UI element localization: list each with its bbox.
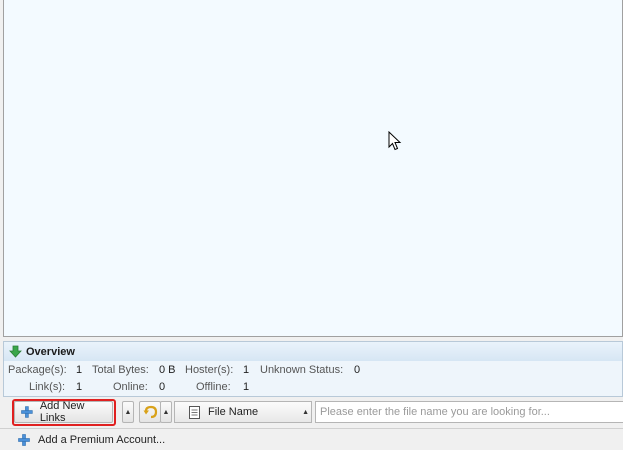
arrow-up-icon: ▲ xyxy=(162,408,170,416)
add-plus-icon xyxy=(18,433,30,446)
unknown-status-label: Unknown Status: xyxy=(260,364,344,376)
packages-label: Package(s): xyxy=(8,364,67,376)
hosters-label: Hoster(s): xyxy=(185,364,234,376)
document-icon xyxy=(189,405,200,419)
add-premium-account-label: Add a Premium Account... xyxy=(38,433,166,446)
undo-button[interactable] xyxy=(139,401,161,423)
search-input[interactable] xyxy=(315,401,623,423)
offline-value: 1 xyxy=(243,381,250,393)
bottom-toolbar: Add New Links ▲ ▲ File Name ▲ xyxy=(3,399,623,426)
add-premium-account-button[interactable]: Add a Premium Account... xyxy=(18,434,165,446)
search-field-label: File Name xyxy=(208,406,259,418)
link-grabber-list[interactable] xyxy=(3,0,623,337)
add-links-menu-arrow[interactable]: ▲ xyxy=(122,401,134,423)
links-label: Link(s): xyxy=(29,381,66,393)
offline-label: Offline: xyxy=(196,381,231,393)
undo-menu-arrow[interactable]: ▲ xyxy=(160,401,172,423)
overview-panel: Package(s): 1 Total Bytes: 0 B Hoster(s)… xyxy=(3,361,623,397)
arrow-up-icon: ▲ xyxy=(124,408,132,416)
hosters-value: 1 xyxy=(243,364,250,376)
unknown-status-value: 0 xyxy=(354,364,361,376)
online-value: 0 xyxy=(159,381,166,393)
search-field-selector[interactable]: File Name ▲ xyxy=(174,401,312,423)
mouse-cursor-icon xyxy=(388,131,402,151)
overview-arrow-icon xyxy=(9,345,22,358)
overview-header[interactable]: Overview xyxy=(3,341,623,361)
online-label: Online: xyxy=(113,381,148,393)
undo-icon xyxy=(143,405,157,418)
packages-value: 1 xyxy=(76,364,83,376)
total-bytes-value: 0 B xyxy=(159,364,176,376)
arrow-up-icon: ▲ xyxy=(302,408,309,416)
links-value: 1 xyxy=(76,381,83,393)
total-bytes-label: Total Bytes: xyxy=(92,364,149,376)
status-bar: Add a Premium Account... xyxy=(0,428,623,450)
overview-title: Overview xyxy=(26,345,75,358)
add-links-highlight xyxy=(12,399,116,426)
